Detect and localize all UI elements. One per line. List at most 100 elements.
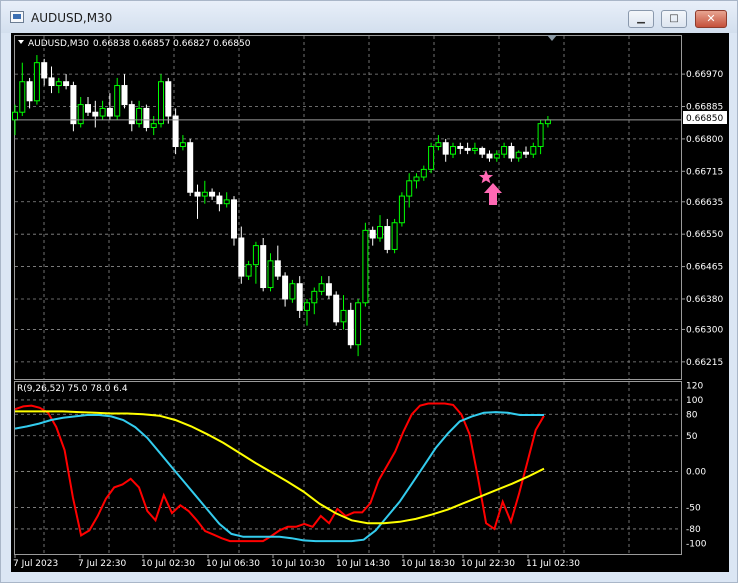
candle-body bbox=[508, 146, 515, 159]
candle-body bbox=[267, 260, 274, 289]
title-bar[interactable]: AUDUSD,M30 ▁ □ ✕ bbox=[1, 1, 737, 33]
candle-body bbox=[143, 107, 150, 128]
time-label: 7 Jul 2023 bbox=[13, 559, 58, 569]
price-label: 0.66800 bbox=[686, 135, 723, 145]
time-label: 10 Jul 10:30 bbox=[271, 559, 325, 569]
candle-body bbox=[121, 85, 128, 106]
candle-body bbox=[377, 226, 383, 239]
chart-svg[interactable]: 0.669700.668850.668000.667150.666350.665… bbox=[11, 33, 729, 572]
candle-body bbox=[19, 81, 26, 113]
time-axis: 7 Jul 2023 7 Jul 22:30 10 Jul 02:30 10 Jul … bbox=[13, 554, 580, 569]
candle-body bbox=[384, 226, 391, 250]
candle-body bbox=[486, 153, 493, 159]
price-label: 0.66215 bbox=[686, 358, 723, 368]
candle-body bbox=[136, 107, 143, 125]
candle-body bbox=[33, 62, 40, 102]
close-button[interactable]: ✕ bbox=[695, 10, 727, 28]
candle-body bbox=[158, 81, 164, 125]
candle-body bbox=[333, 294, 340, 323]
chart-area[interactable]: 0.66970 0.66885 0.66800 0.66715 0.66635 0.665… bbox=[11, 33, 729, 572]
candle-body bbox=[12, 111, 18, 121]
maximize-button[interactable]: □ bbox=[661, 10, 687, 28]
price-label: 0.66300 bbox=[686, 325, 723, 335]
candle-body bbox=[172, 115, 179, 148]
indicator-header: R(9,26,52) 75.0 78.0 6.4 bbox=[17, 384, 128, 394]
candles bbox=[12, 55, 551, 357]
time-label: 10 Jul 22:30 bbox=[461, 559, 515, 569]
candle-body bbox=[442, 142, 449, 155]
candle-body bbox=[493, 153, 500, 159]
window-title: AUDUSD,M30 bbox=[31, 11, 113, 25]
indicator-label: 120 bbox=[686, 382, 703, 392]
candle-body bbox=[63, 81, 70, 87]
ohlc-values: 0.66838 0.66857 0.66827 0.66850 bbox=[93, 39, 251, 49]
candle-body bbox=[347, 309, 354, 346]
candle-body bbox=[150, 123, 157, 128]
indicator-label: -100 bbox=[686, 539, 707, 549]
candle-body bbox=[92, 111, 99, 117]
candle-body bbox=[223, 199, 230, 205]
candle-body bbox=[340, 309, 347, 323]
minimize-button[interactable]: ▁ bbox=[628, 10, 654, 28]
star-icon bbox=[478, 170, 494, 184]
candle-body bbox=[325, 283, 332, 296]
candle-body bbox=[216, 195, 223, 205]
time-label: 11 Jul 02:30 bbox=[526, 559, 580, 569]
indicator-axis: 120 100 80 50 0.00 -50 -80 -100 bbox=[686, 382, 707, 550]
candle-body bbox=[260, 245, 267, 289]
candle-body bbox=[391, 222, 398, 250]
candle-body bbox=[114, 85, 121, 117]
candle-body bbox=[289, 283, 296, 300]
candle-body bbox=[296, 283, 303, 311]
candle-body bbox=[106, 107, 113, 117]
candle-body bbox=[369, 229, 376, 239]
candle-body bbox=[544, 119, 551, 125]
terminal-window: AUDUSD,M30 ▁ □ ✕ 0.66970 0.66885 0.66800 0.… bbox=[0, 0, 738, 583]
candle-body bbox=[471, 147, 478, 151]
price-label: 0.66550 bbox=[686, 230, 723, 240]
indicator-label: 0.00 bbox=[686, 468, 706, 478]
time-label: 10 Jul 18:30 bbox=[401, 559, 455, 569]
price-label: 0.66380 bbox=[686, 295, 723, 305]
candle-body bbox=[406, 180, 413, 197]
price-label: 0.66635 bbox=[686, 198, 723, 208]
candle-body bbox=[179, 142, 186, 148]
indicator-label: 80 bbox=[686, 410, 698, 420]
indicator-label: 100 bbox=[686, 396, 703, 406]
candle-body bbox=[201, 191, 208, 197]
price-label: 0.66715 bbox=[686, 167, 723, 177]
candle-body bbox=[55, 81, 62, 87]
candle-body bbox=[537, 123, 544, 148]
candle-body bbox=[231, 199, 237, 239]
dropdown-icon[interactable] bbox=[18, 40, 24, 44]
candle-body bbox=[77, 104, 84, 125]
candle-body bbox=[245, 264, 252, 277]
candle-body bbox=[48, 77, 55, 87]
time-label: 10 Jul 14:30 bbox=[336, 559, 390, 569]
time-label: 10 Jul 06:30 bbox=[206, 559, 260, 569]
indicator-line bbox=[15, 410, 545, 525]
candle-body bbox=[501, 146, 508, 155]
candle-body bbox=[428, 146, 435, 170]
candle-body bbox=[398, 195, 405, 224]
candle-body bbox=[194, 191, 201, 197]
candle-body bbox=[457, 146, 464, 149]
candle-body bbox=[128, 104, 135, 125]
time-label: 10 Jul 02:30 bbox=[141, 559, 195, 569]
candle-body bbox=[165, 81, 172, 117]
indicator-lines bbox=[14, 402, 545, 543]
app-icon bbox=[10, 11, 24, 23]
chart-shift-icon[interactable] bbox=[547, 35, 557, 41]
candle-body bbox=[362, 229, 369, 304]
candle-body bbox=[282, 275, 289, 300]
candle-body bbox=[70, 85, 77, 125]
candle-body bbox=[252, 245, 259, 266]
price-label: 0.66970 bbox=[686, 70, 723, 80]
candle-body bbox=[420, 168, 427, 178]
candle-body bbox=[85, 104, 91, 113]
candle-body bbox=[413, 176, 420, 182]
candle-body bbox=[479, 147, 486, 155]
candle-body bbox=[209, 191, 216, 197]
candle-body bbox=[41, 62, 48, 79]
candle-body bbox=[304, 302, 310, 311]
